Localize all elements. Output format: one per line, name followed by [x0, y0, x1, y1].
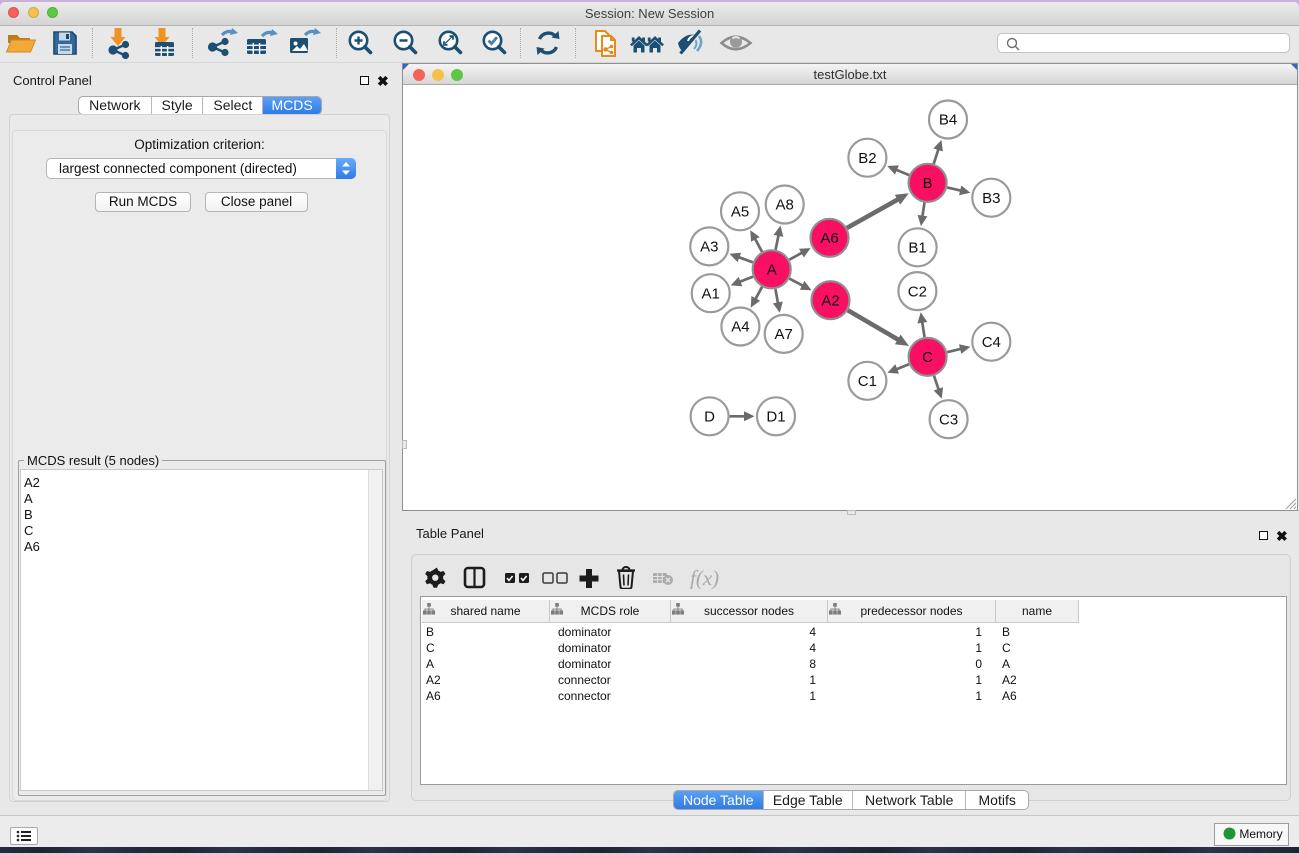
- svg-text:f(x): f(x): [690, 566, 719, 589]
- svg-text:B4: B4: [939, 112, 957, 129]
- svg-text:A: A: [767, 262, 777, 279]
- svg-text:A4: A4: [731, 319, 749, 336]
- svg-text:A7: A7: [775, 326, 793, 343]
- svg-text:B3: B3: [982, 190, 1000, 207]
- svg-text:C2: C2: [908, 283, 927, 300]
- svg-text:C3: C3: [939, 411, 958, 428]
- svg-text:A6: A6: [820, 230, 838, 247]
- svg-text:B2: B2: [858, 150, 876, 167]
- svg-text:D: D: [704, 409, 715, 426]
- svg-text:D1: D1: [766, 409, 785, 426]
- svg-text:C4: C4: [982, 334, 1001, 351]
- svg-text:B: B: [923, 175, 933, 192]
- svg-text:A2: A2: [821, 292, 839, 309]
- svg-text:A1: A1: [702, 285, 720, 302]
- svg-text:A5: A5: [731, 204, 749, 221]
- svg-text:C: C: [922, 349, 933, 366]
- svg-text:A8: A8: [776, 197, 794, 214]
- svg-text:C1: C1: [858, 373, 877, 390]
- svg-text:B1: B1: [908, 240, 926, 257]
- svg-text:A3: A3: [700, 239, 718, 256]
